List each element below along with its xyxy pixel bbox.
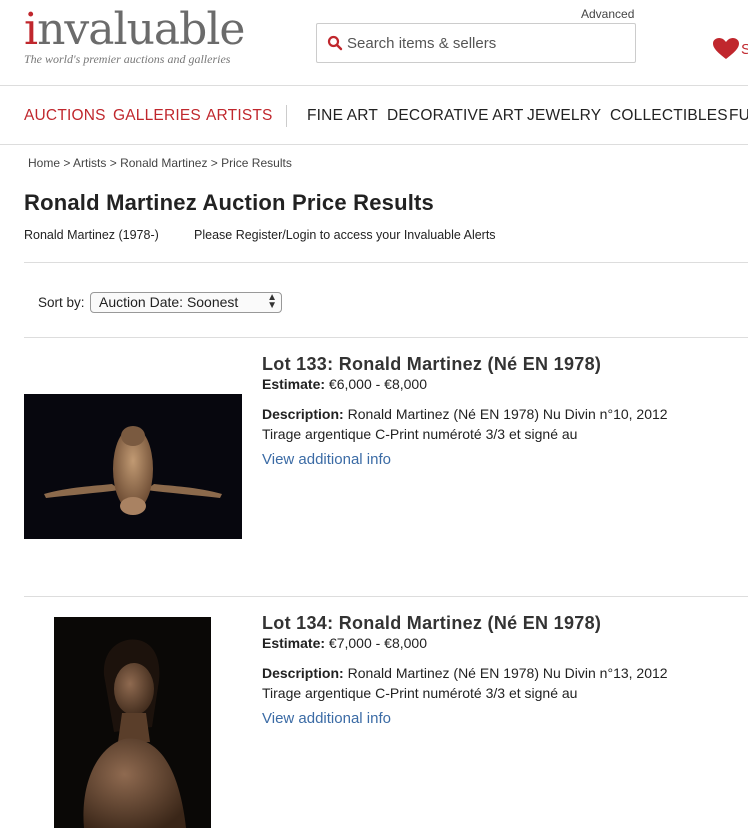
main-nav: AUCTIONS GALLERIES ARTISTS FINE ART DECO… — [0, 87, 748, 145]
nav-jewelry[interactable]: JEWELRY — [527, 107, 601, 125]
breadcrumb-artist[interactable]: Ronald Martinez — [120, 156, 207, 170]
estimate-label: Estimate: — [262, 635, 326, 651]
lot-estimate: Estimate: €6,000 - €8,000 — [262, 376, 427, 392]
sort-select[interactable]: Auction Date: Soonest ▲ ▼ — [90, 292, 282, 313]
lot-photo-figure — [44, 426, 222, 515]
estimate-value: €7,000 - €8,000 — [328, 635, 428, 651]
advanced-search-link[interactable]: Advanced — [581, 7, 634, 21]
estimate-label: Estimate: — [262, 376, 326, 392]
divider — [24, 337, 748, 338]
breadcrumb-current: Price Results — [221, 156, 292, 170]
estimate-value: €6,000 - €8,000 — [328, 376, 428, 392]
search-icon — [327, 35, 343, 51]
site-header: invaluable The world's premier auctions … — [0, 0, 748, 86]
lot-estimate: Estimate: €7,000 - €8,000 — [262, 635, 427, 651]
nav-artists[interactable]: ARTISTS — [206, 107, 273, 125]
lot-photo-portrait — [83, 639, 186, 828]
heart-icon[interactable] — [713, 38, 739, 60]
invaluable-logo[interactable]: invaluable The world's premier auctions … — [24, 4, 245, 67]
breadcrumb-separator: > — [207, 156, 222, 170]
nav-auctions[interactable]: AUCTIONS — [24, 107, 106, 125]
select-arrows-icon: ▲ ▼ — [267, 292, 277, 311]
artist-dates: Ronald Martinez (1978-) — [24, 228, 159, 242]
saved-items-label[interactable]: S — [741, 41, 748, 58]
breadcrumb: Home > Artists > Ronald Martinez > Price… — [28, 156, 292, 170]
lot-description: Description: Ronald Martinez (Né EN 1978… — [262, 663, 702, 703]
breadcrumb-separator: > — [106, 156, 121, 170]
nav-divider — [286, 105, 287, 127]
lot-description: Description: Ronald Martinez (Né EN 1978… — [262, 404, 702, 444]
nav-collectibles[interactable]: COLLECTIBLES — [610, 107, 728, 125]
page-title: Ronald Martinez Auction Price Results — [24, 190, 434, 215]
view-additional-info-link[interactable]: View additional info — [262, 710, 391, 727]
lot-image[interactable] — [54, 617, 211, 828]
nav-galleries[interactable]: GALLERIES — [113, 107, 201, 125]
nav-decorative-art[interactable]: DECORATIVE ART — [387, 107, 524, 125]
description-label: Description: — [262, 406, 344, 422]
divider — [24, 262, 748, 263]
view-additional-info-link[interactable]: View additional info — [262, 451, 391, 468]
lot-image[interactable] — [24, 394, 242, 539]
sort-selected-value: Auction Date: Soonest — [99, 294, 239, 310]
breadcrumb-home[interactable]: Home — [28, 156, 60, 170]
lot-title[interactable]: Lot 133: Ronald Martinez (Né EN 1978) — [262, 354, 601, 375]
divider — [24, 596, 748, 597]
breadcrumb-artists[interactable]: Artists — [73, 156, 106, 170]
description-label: Description: — [262, 665, 344, 681]
logo-tagline: The world's premier auctions and galleri… — [24, 52, 231, 66]
logo-word-rest: nvaluable — [37, 4, 245, 55]
search-box[interactable] — [316, 23, 636, 63]
lot-title[interactable]: Lot 134: Ronald Martinez (Né EN 1978) — [262, 613, 601, 634]
sort-label: Sort by: — [38, 295, 85, 310]
nav-fine-art[interactable]: FINE ART — [307, 107, 378, 125]
search-input[interactable] — [347, 34, 627, 52]
register-login-link[interactable]: Please Register/Login to access your Inv… — [194, 228, 496, 242]
logo-letter-i: i — [24, 4, 38, 55]
breadcrumb-separator: > — [60, 156, 74, 170]
nav-furniture[interactable]: FU — [729, 107, 748, 125]
